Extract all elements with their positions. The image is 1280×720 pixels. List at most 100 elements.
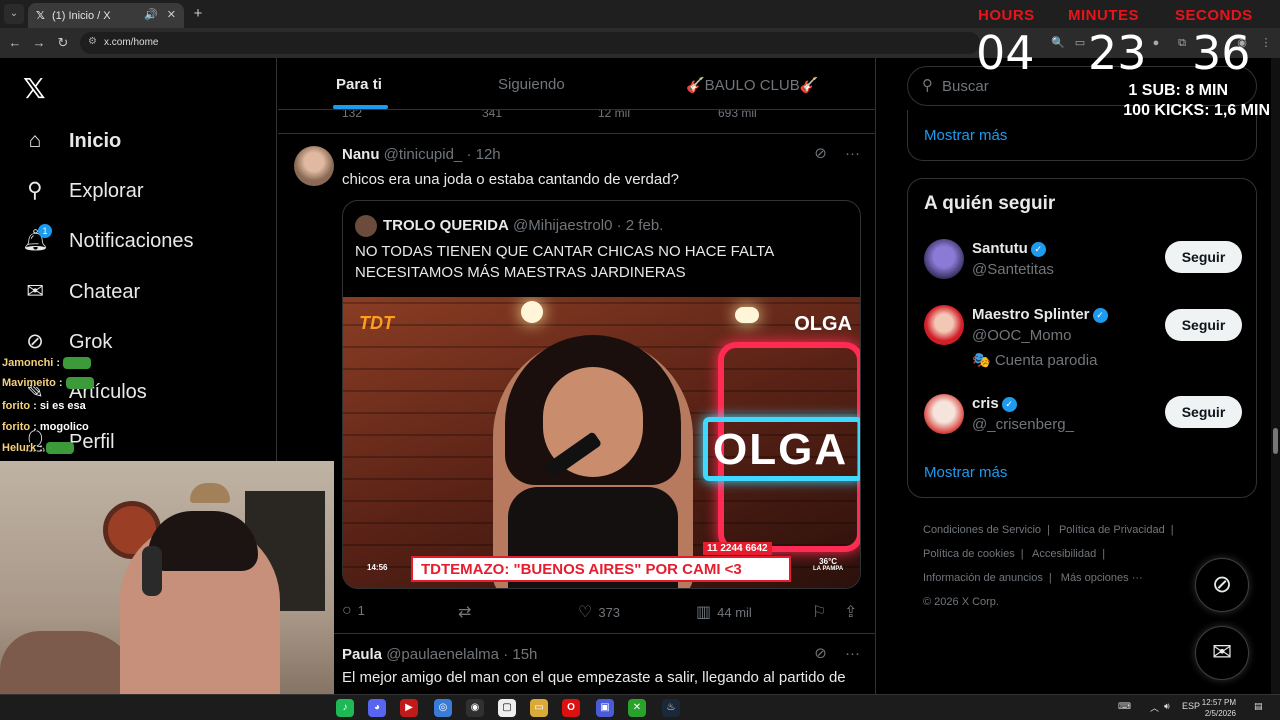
mail-icon: ✉ bbox=[26, 280, 44, 303]
tweet-author-handle[interactable]: @paulaenelalma bbox=[386, 646, 499, 663]
more-options-icon[interactable]: ··· bbox=[845, 145, 860, 162]
repost-button[interactable]: ⇄ bbox=[458, 602, 477, 622]
who-to-follow-card: A quién seguir Santutu ✓ @Santetitas Segu… bbox=[907, 178, 1257, 498]
reply-count[interactable]: 132 bbox=[342, 110, 362, 120]
avatar[interactable] bbox=[294, 146, 334, 186]
follow-button[interactable]: Seguir bbox=[1165, 309, 1242, 341]
chat-message: Helurk : bbox=[2, 442, 75, 455]
subathon-timer: HOURS MINUTES SECONDS 04 23 36 1 SUB: 8 … bbox=[970, 0, 1280, 120]
keyboard-icon[interactable]: ⌨ bbox=[1118, 701, 1131, 712]
footer-link-more[interactable]: Más opciones ··· bbox=[1061, 572, 1143, 584]
suggested-user[interactable]: Santutu ✓ @Santetitas Seguir bbox=[924, 239, 1242, 299]
tweet-text: El mejor amigo del man con el que empeza… bbox=[342, 669, 846, 686]
close-icon[interactable]: ✕ bbox=[167, 8, 176, 21]
tweet[interactable]: Nanu @tinicupid_ · 12h ⊘ ··· chicos era … bbox=[278, 134, 875, 634]
footer-link-cookies[interactable]: Política de cookies bbox=[923, 548, 1015, 560]
language-indicator[interactable]: ESP bbox=[1182, 701, 1200, 711]
tray-chevron-icon[interactable]: ︿ bbox=[1150, 701, 1159, 714]
app2-icon[interactable]: ▣ bbox=[596, 699, 614, 717]
app-icon[interactable]: ▢ bbox=[498, 699, 516, 717]
files-icon[interactable]: ▭ bbox=[530, 699, 548, 717]
new-tab-icon[interactable]: + bbox=[188, 4, 208, 24]
address-bar[interactable]: ⚙ x.com/home bbox=[80, 32, 980, 54]
suggested-user[interactable]: Maestro Splinter ✓ @OOC_Momo 🎭 Cuenta par… bbox=[924, 305, 1242, 379]
messages-fab-icon[interactable]: ✉ bbox=[1195, 626, 1249, 680]
avatar[interactable] bbox=[924, 239, 964, 279]
avatar[interactable] bbox=[924, 394, 964, 434]
discord-icon[interactable]: ◕ bbox=[368, 699, 386, 717]
share-icon[interactable]: ⇪ bbox=[844, 602, 863, 622]
notifications-icon[interactable]: ▤ bbox=[1254, 701, 1263, 712]
nav-item-grok[interactable]: ⊘ Grok bbox=[22, 326, 112, 358]
opera-icon[interactable]: O bbox=[562, 699, 580, 717]
timer-hours-label: HOURS bbox=[978, 7, 1035, 24]
video-lower-third: TDTEMAZO: "BUENOS AIRES" POR CAMI <3 bbox=[411, 556, 791, 582]
x-logo[interactable]: 𝕏 bbox=[23, 72, 46, 105]
tab-siguiendo[interactable]: Siguiendo bbox=[498, 76, 565, 93]
neon-sign-text: OLGA bbox=[713, 425, 849, 474]
timer-hours: 04 bbox=[976, 26, 1035, 80]
suggested-user[interactable]: cris ✓ @_crisenberg_ Seguir bbox=[924, 394, 1242, 454]
browser-tab[interactable]: 𝕏 (1) Inicio / X 🔊 ✕ bbox=[28, 3, 184, 28]
video-app-icon[interactable]: ▶ bbox=[400, 699, 418, 717]
back-icon[interactable]: ← bbox=[6, 34, 24, 52]
quoted-tweet[interactable]: TROLO QUERIDA @Mihijaestrol0 · 2 feb. NO… bbox=[342, 200, 861, 589]
tweet-author-name[interactable]: Paula bbox=[342, 646, 382, 663]
site-settings-icon[interactable]: ⚙ bbox=[88, 36, 97, 47]
channel-watermark: OLGA bbox=[794, 313, 852, 335]
repost-count[interactable]: 341 bbox=[482, 110, 502, 120]
show-more-link[interactable]: Mostrar más bbox=[924, 464, 1007, 481]
xbox-icon[interactable]: ✕ bbox=[628, 699, 646, 717]
tab-baulo-club[interactable]: 🎸BAULO CLUB🎸 bbox=[686, 76, 818, 94]
page-scrollbar[interactable] bbox=[1271, 58, 1280, 694]
nav-item-chatear[interactable]: ✉ Chatear bbox=[22, 276, 140, 308]
obs-icon[interactable]: ◉ bbox=[466, 699, 484, 717]
tweet-author-name[interactable]: Nanu bbox=[342, 146, 380, 163]
spotify-icon[interactable]: ♪ bbox=[336, 699, 354, 717]
footer-link-terms[interactable]: Condiciones de Servicio bbox=[923, 524, 1041, 536]
tweet-time[interactable]: 12h bbox=[476, 146, 501, 163]
footer-link-ads-info[interactable]: Información de anuncios bbox=[923, 572, 1043, 584]
view-count[interactable]: 693 mil bbox=[718, 110, 757, 120]
nav-item-notificaciones[interactable]: 🔔︎ 1 Notificaciones bbox=[22, 224, 194, 257]
volume-icon[interactable]: 🔊︎ bbox=[1164, 701, 1170, 712]
reply-button[interactable]: ○ 1 bbox=[342, 602, 365, 620]
tab-title: (1) Inicio / X bbox=[51, 10, 111, 22]
quoted-video[interactable]: OLGA TDT OLGA 11 2244 6642 14:56 TDTEMAZ… bbox=[343, 297, 860, 588]
grok-fab-icon[interactable]: ⊘ bbox=[1195, 558, 1249, 612]
show-more-link[interactable]: Mostrar más bbox=[924, 127, 1007, 144]
tab-para-ti[interactable]: Para ti bbox=[336, 76, 382, 93]
tweet-time[interactable]: 15h bbox=[512, 646, 537, 663]
grok-icon[interactable]: ⊘ bbox=[814, 145, 827, 162]
steam-icon[interactable]: ♨ bbox=[662, 699, 680, 717]
tweet[interactable]: Paula @paulaenelalma · 15h ⊘ ··· El mejo… bbox=[278, 634, 875, 694]
timer-minutes-label: MINUTES bbox=[1068, 7, 1139, 24]
clock[interactable]: 12:57 PM 2/5/2026 bbox=[1202, 697, 1236, 719]
like-button[interactable]: ♡ 373 bbox=[578, 602, 620, 622]
grok-icon[interactable]: ⊘ bbox=[814, 645, 827, 662]
quoted-header: TROLO QUERIDA @Mihijaestrol0 · 2 feb. bbox=[383, 217, 664, 234]
follow-button[interactable]: Seguir bbox=[1165, 241, 1242, 273]
nav-item-explorar[interactable]: ⚲ Explorar bbox=[22, 175, 143, 207]
user-name: cris ✓ bbox=[972, 395, 1017, 412]
like-count[interactable]: 12 mil bbox=[598, 110, 630, 120]
audio-icon[interactable]: 🔊 bbox=[144, 8, 158, 21]
nav-item-inicio[interactable]: ⌂ Inicio bbox=[22, 125, 122, 157]
more-options-icon[interactable]: ··· bbox=[845, 645, 860, 662]
tweet-author-handle[interactable]: @tinicupid_ bbox=[384, 146, 463, 163]
tweet-header-icons: ⊘ ··· bbox=[800, 644, 860, 662]
tab-search-icon[interactable]: ⌄ bbox=[4, 4, 24, 24]
home-timeline: Para ti Siguiendo 🎸BAULO CLUB🎸 132 341 1… bbox=[278, 58, 876, 694]
avatar[interactable] bbox=[924, 305, 964, 345]
footer-link-privacy[interactable]: Política de Privacidad bbox=[1059, 524, 1165, 536]
views-button[interactable]: ▥ 44 mil bbox=[696, 602, 752, 622]
forward-icon[interactable]: → bbox=[30, 34, 48, 52]
follow-button[interactable]: Seguir bbox=[1165, 396, 1242, 428]
footer-link-accessibility[interactable]: Accesibilidad bbox=[1032, 548, 1096, 560]
verified-icon: ✓ bbox=[1001, 396, 1017, 412]
reload-icon[interactable]: ↻ bbox=[54, 34, 72, 52]
chrome-icon[interactable]: ◎ bbox=[434, 699, 452, 717]
scroll-thumb[interactable] bbox=[1273, 428, 1278, 454]
parody-label: 🎭 Cuenta parodia bbox=[972, 352, 1098, 369]
bookmark-icon[interactable]: ⚐ bbox=[812, 602, 832, 622]
